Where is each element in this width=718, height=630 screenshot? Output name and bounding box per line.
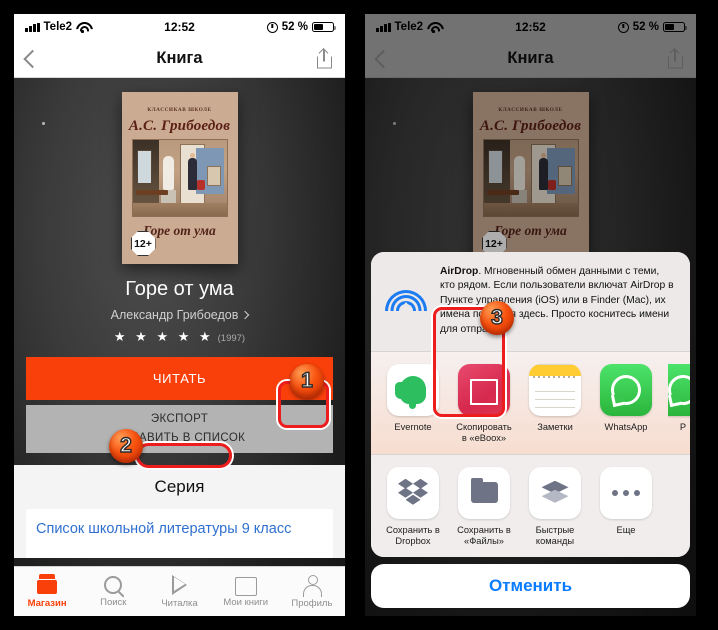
cover-title: Горе от ума	[143, 223, 216, 238]
partial-green-app-icon	[668, 363, 690, 416]
rating-count: (1997)	[217, 333, 246, 344]
series-link[interactable]: Список школьной литературы 9 класс	[36, 521, 291, 537]
book-author-label: Александр Грибоедов	[110, 308, 239, 322]
age-rating-badge: 12+	[130, 231, 156, 256]
book-detail-content: КЛАССИКАВ ШКОЛЕ А.С. Грибоедов Горе от у…	[14, 78, 345, 616]
share-sheet-body: AirDrop. Мгновенный обмен данными с теми…	[371, 251, 690, 557]
book-icon	[234, 577, 257, 596]
export-button[interactable]: ЭКСПОРТ	[151, 413, 208, 425]
airdrop-icon	[384, 269, 428, 313]
screen-left: Tele2 12:52 52 % Книга КЛАССИКАВ ШКОЛЕ А…	[14, 14, 345, 616]
tab-reader[interactable]: Читалка	[146, 574, 212, 609]
nav-bar: Книга	[14, 40, 345, 78]
dropbox-icon	[387, 466, 439, 519]
series-card[interactable]: Список школьной литературы 9 класс	[26, 509, 333, 558]
share-sheet: AirDrop. Мгновенный обмен данными с теми…	[371, 251, 690, 608]
share-action-more[interactable]: Еще	[597, 466, 655, 548]
wifi-icon	[76, 22, 89, 33]
carrier-label: Tele2	[43, 21, 73, 33]
share-action-label: Еще	[616, 524, 636, 535]
book-cover[interactable]: КЛАССИКАВ ШКОЛЕ А.С. Грибоедов Горе от у…	[121, 92, 238, 264]
share-action-dropbox[interactable]: Сохранить в Dropbox	[384, 466, 442, 548]
rating-stars: ★ ★ ★ ★ ★	[113, 329, 214, 344]
phone-right: Tele2 12:52 52 % Книга КЛАССИКАВ ШКОЛЕ А…	[359, 0, 718, 630]
share-app-label: Скопировать в «eBoox»	[456, 421, 512, 444]
tab-profile[interactable]: Профиль	[279, 574, 345, 609]
share-app-whatsapp[interactable]: WhatsApp	[597, 363, 655, 445]
share-action-files[interactable]: Сохранить в «Файлы»	[455, 466, 513, 548]
cover-artwork	[131, 139, 228, 217]
cover-series-band: КЛАССИКАВ ШКОЛЕ	[122, 92, 238, 116]
tab-profile-label: Профиль	[291, 597, 333, 609]
marker-3: 3	[480, 301, 514, 335]
location-lock-icon	[266, 21, 278, 33]
share-actions-row[interactable]: Сохранить в Dropbox Сохранить в «Файлы» …	[371, 453, 690, 557]
play-icon	[172, 574, 187, 595]
series-heading: Серия	[154, 477, 205, 496]
status-bar-left: Tele2	[25, 21, 180, 33]
store-icon	[36, 574, 58, 595]
folder-icon	[458, 466, 510, 519]
rating-row: ★ ★ ★ ★ ★ (1997)	[14, 329, 345, 345]
share-action-label: Быстрые команды	[535, 524, 575, 547]
book-author-link[interactable]: Александр Грибоедов	[14, 308, 345, 322]
tab-search-label: Поиск	[100, 597, 127, 608]
whatsapp-icon	[600, 363, 652, 416]
book-title: Горе от ума	[125, 278, 234, 300]
tab-my-books-label: Мои книги	[223, 597, 269, 608]
share-app-label: Evernote	[394, 421, 432, 432]
marker-1: 1	[290, 364, 324, 398]
book-cover-wrap: КЛАССИКАВ ШКОЛЕ А.С. Грибоедов Горе от у…	[14, 78, 345, 264]
cancel-button[interactable]: Отменить	[371, 564, 690, 608]
phone-left: Tele2 12:52 52 % Книга КЛАССИКАВ ШКОЛЕ А…	[0, 0, 359, 630]
tab-search[interactable]: Поиск	[80, 575, 146, 608]
more-dots-icon	[600, 466, 652, 519]
airdrop-name: AirDrop	[440, 265, 479, 277]
share-action-shortcuts[interactable]: Быстрые команды	[526, 466, 584, 548]
tab-my-books[interactable]: Мои книги	[213, 575, 279, 608]
cover-series-left: КЛАССИКА	[147, 107, 183, 113]
battery-icon	[312, 21, 336, 33]
share-icon[interactable]	[317, 49, 332, 68]
share-app-label: Заметки	[537, 421, 573, 432]
status-bar-right: 52 %	[180, 21, 336, 33]
battery-percent-label: 52 %	[281, 21, 308, 33]
airdrop-section: AirDrop. Мгновенный обмен данными с теми…	[371, 251, 690, 351]
evernote-icon	[387, 363, 439, 416]
tab-reader-label: Читалка	[161, 597, 198, 609]
highlight-export-button	[136, 443, 232, 468]
share-apps-row[interactable]: Evernote Скопировать в «eBoox» Заметки W…	[371, 350, 690, 454]
screenshot-stage: Tele2 12:52 52 % Книга КЛАССИКАВ ШКОЛЕ А…	[0, 0, 718, 630]
shortcuts-icon	[529, 466, 581, 519]
screen-right: Tele2 12:52 52 % Книга КЛАССИКАВ ШКОЛЕ А…	[365, 14, 696, 616]
profile-icon	[302, 574, 323, 597]
tab-store[interactable]: Магазин	[14, 574, 80, 609]
share-action-label: Сохранить в «Файлы»	[457, 524, 511, 547]
notes-icon	[529, 363, 581, 416]
share-app-label: P	[679, 421, 687, 432]
decorative-dot	[42, 122, 45, 125]
cover-series-right: В ШКОЛЕ	[182, 107, 212, 113]
cover-author: А.С. Грибоедов	[128, 118, 231, 134]
marker-2: 2	[109, 429, 143, 463]
tab-store-label: Магазин	[27, 598, 67, 609]
back-button[interactable]	[23, 49, 42, 68]
search-icon	[104, 576, 123, 594]
series-section: Серия Список школьной литературы 9 класс	[14, 465, 345, 558]
signal-bars-icon	[25, 22, 40, 32]
share-action-label: Сохранить в Dropbox	[386, 524, 440, 547]
share-app-notes[interactable]: Заметки	[526, 363, 584, 445]
chevron-right-icon	[241, 310, 250, 320]
read-button-label: ЧИТАТЬ	[152, 371, 207, 386]
tab-bar: Магазин Поиск Читалка Мои книги Профиль	[14, 566, 345, 616]
share-app-partial[interactable]: P	[668, 363, 690, 445]
page-title: Книга	[156, 49, 203, 67]
status-bar: Tele2 12:52 52 %	[14, 14, 345, 40]
share-app-label: WhatsApp	[604, 421, 648, 432]
